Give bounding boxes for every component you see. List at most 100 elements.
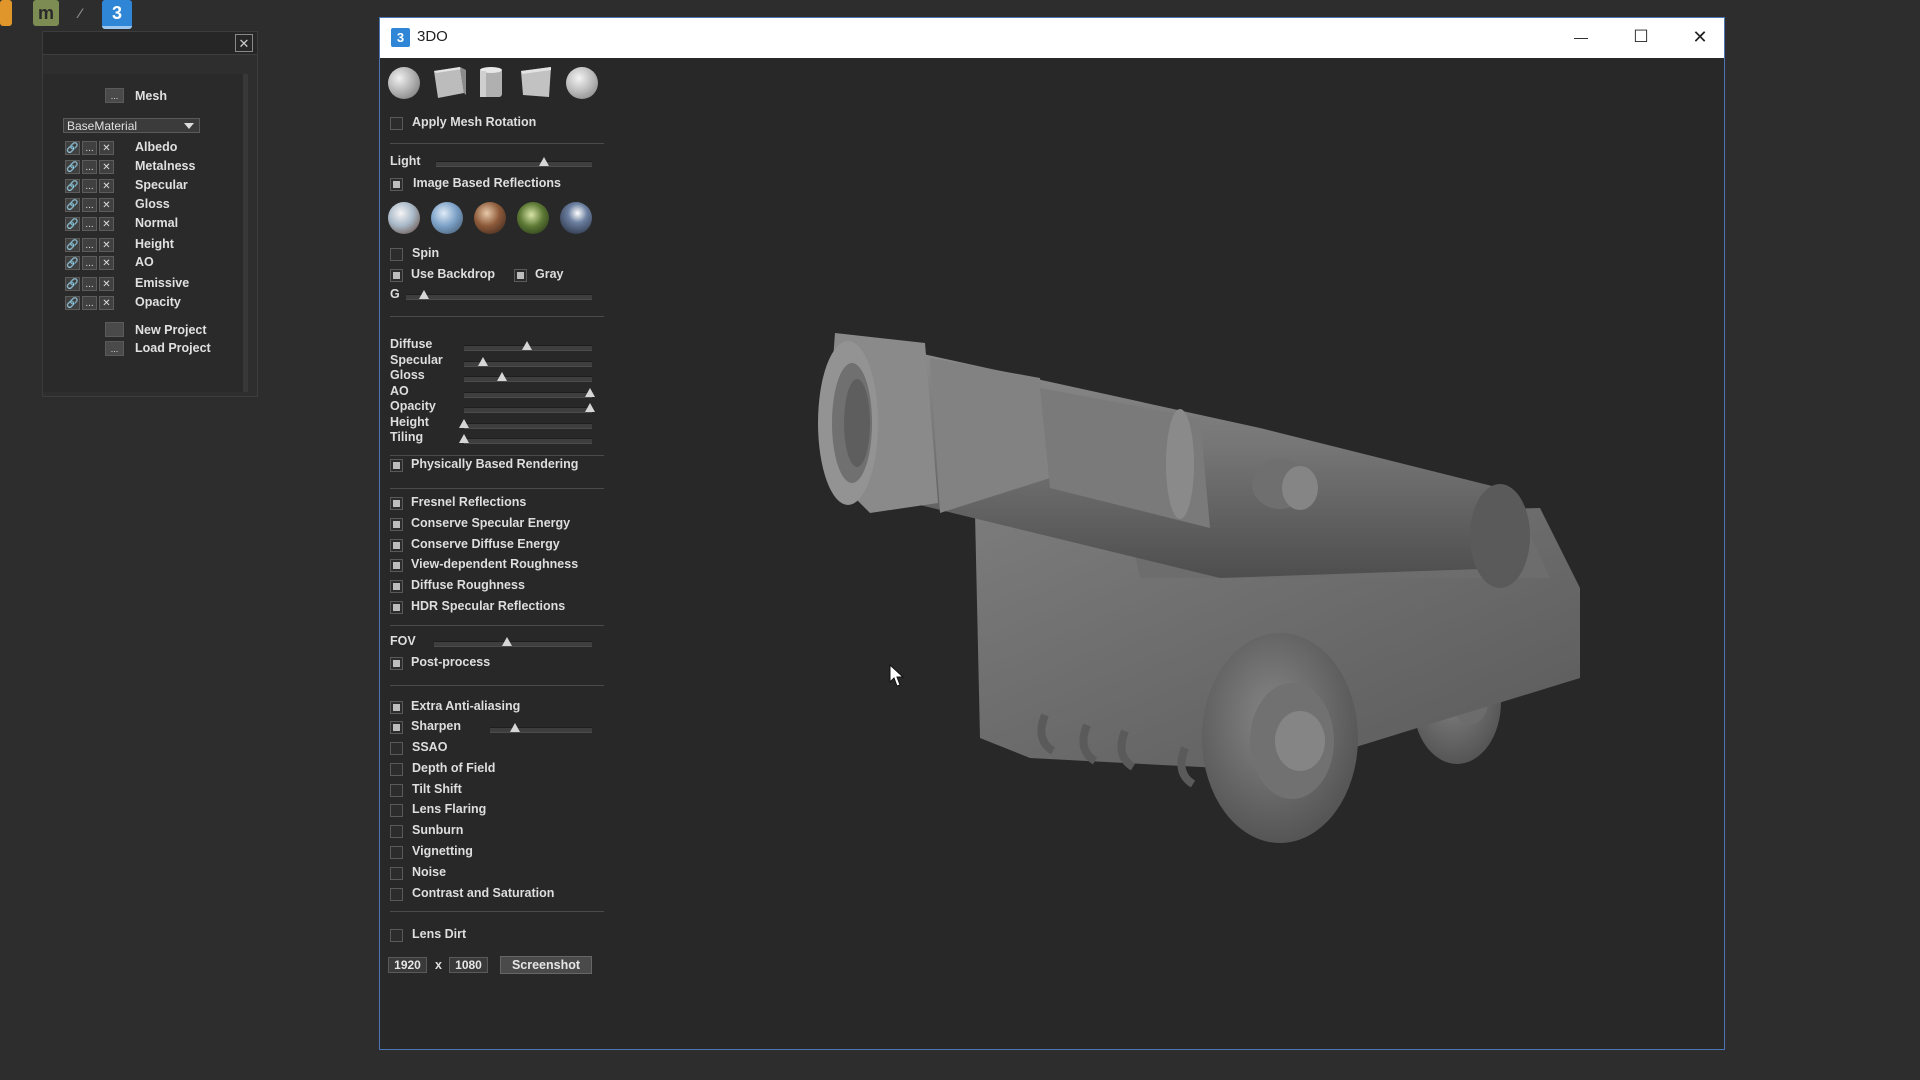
sharpen-checkbox[interactable]: [390, 721, 403, 734]
close-button[interactable]: ✕: [1677, 22, 1723, 52]
post-option-checkbox[interactable]: [390, 825, 403, 839]
minimize-button[interactable]: —: [1558, 22, 1604, 52]
3d-viewport[interactable]: [620, 58, 1724, 1049]
pen-icon[interactable]: ⁄: [70, 0, 90, 26]
map-clear-button[interactable]: ✕: [99, 277, 114, 291]
map-browse-button[interactable]: ...: [82, 277, 97, 291]
map-browse-button[interactable]: ...: [82, 238, 97, 252]
slider-thumb[interactable]: [477, 356, 488, 366]
pbr-option-checkbox[interactable]: [390, 538, 403, 552]
mesh-cube-button[interactable]: [430, 65, 468, 101]
link-icon[interactable]: 🔗: [65, 217, 80, 231]
screenshot-button[interactable]: Screenshot: [500, 956, 592, 974]
maximize-button[interactable]: ☐: [1618, 22, 1664, 52]
g-slider[interactable]: [406, 290, 592, 300]
post-option-checkbox[interactable]: [390, 866, 403, 880]
specular-slider[interactable]: [464, 356, 592, 367]
post-option-checkbox[interactable]: [390, 742, 403, 755]
gloss-slider[interactable]: [464, 372, 592, 382]
pbr-option-checkbox[interactable]: [390, 517, 403, 531]
3do-app-icon[interactable]: 3: [102, 0, 132, 29]
slider-thumb[interactable]: [510, 723, 520, 732]
env-night-icon[interactable]: [560, 202, 592, 234]
material-select[interactable]: BaseMaterial: [63, 118, 200, 133]
panel-close-button[interactable]: ✕: [235, 34, 253, 52]
post-option-checkbox[interactable]: [390, 804, 403, 818]
ao-slider[interactable]: [464, 387, 595, 398]
new-project-button[interactable]: [105, 322, 124, 337]
extra-antialiasing-checkbox[interactable]: [390, 701, 403, 714]
screenshot-width-input[interactable]: 1920: [388, 957, 427, 973]
height-slider[interactable]: [459, 418, 592, 429]
image-based-reflections-checkbox[interactable]: [390, 178, 403, 191]
tiling-slider[interactable]: [459, 434, 592, 444]
map-browse-button[interactable]: ...: [82, 256, 97, 270]
post-option-checkbox[interactable]: [390, 762, 403, 776]
slider-thumb[interactable]: [502, 637, 513, 646]
map-clear-button[interactable]: ✕: [99, 296, 114, 310]
env-blue-icon[interactable]: [431, 202, 463, 234]
post-option-checkbox[interactable]: [390, 846, 403, 859]
orange-app-icon[interactable]: [0, 0, 12, 26]
map-browse-button[interactable]: ...: [82, 179, 97, 193]
slider-thumb[interactable]: [496, 372, 507, 381]
mesh-plane-button[interactable]: [517, 65, 555, 101]
map-browse-button[interactable]: ...: [82, 296, 97, 310]
mari-icon[interactable]: m: [33, 0, 59, 26]
link-icon[interactable]: 🔗: [65, 179, 80, 193]
mesh-sphere-button[interactable]: [388, 67, 420, 99]
fov-slider[interactable]: [434, 637, 592, 647]
map-clear-button[interactable]: ✕: [99, 198, 114, 212]
link-icon[interactable]: 🔗: [65, 141, 80, 155]
slider-thumb[interactable]: [419, 290, 430, 299]
env-interior-icon[interactable]: [474, 202, 506, 234]
post-option-checkbox[interactable]: [390, 783, 403, 797]
slider-thumb[interactable]: [538, 157, 549, 166]
gray-checkbox[interactable]: [514, 269, 527, 282]
slider-thumb[interactable]: [459, 418, 469, 428]
link-icon[interactable]: 🔗: [65, 238, 80, 252]
link-icon[interactable]: 🔗: [65, 256, 80, 270]
map-browse-button[interactable]: ...: [82, 160, 97, 174]
pbr-option-checkbox[interactable]: [390, 580, 403, 594]
load-project-button[interactable]: ...: [105, 341, 124, 356]
env-forest-icon[interactable]: [517, 202, 549, 234]
map-clear-button[interactable]: ✕: [99, 256, 114, 270]
opacity-slider[interactable]: [464, 403, 595, 413]
link-icon[interactable]: 🔗: [65, 277, 80, 291]
slider-thumb[interactable]: [585, 387, 595, 397]
pbr-option-checkbox[interactable]: [390, 497, 403, 510]
use-backdrop-checkbox[interactable]: [390, 269, 403, 282]
post-option-checkbox[interactable]: [390, 887, 403, 901]
link-icon[interactable]: 🔗: [65, 198, 80, 212]
screenshot-height-input[interactable]: 1080: [449, 957, 488, 973]
pbr-option-checkbox[interactable]: [390, 559, 403, 573]
title-bar[interactable]: 3 3DO — ☐ ✕: [380, 18, 1724, 58]
pbr-option-checkbox[interactable]: [390, 601, 403, 614]
sharpen-slider[interactable]: [490, 723, 592, 733]
link-icon[interactable]: 🔗: [65, 296, 80, 310]
post-process-checkbox[interactable]: [390, 657, 403, 670]
slider-thumb[interactable]: [459, 434, 469, 443]
map-browse-button[interactable]: ...: [82, 198, 97, 212]
spin-checkbox[interactable]: [390, 248, 403, 261]
apply-mesh-rotation-checkbox[interactable]: [390, 117, 403, 130]
slider-thumb[interactable]: [585, 403, 595, 412]
link-icon[interactable]: 🔗: [65, 160, 80, 174]
map-browse-button[interactable]: ...: [82, 141, 97, 155]
map-clear-button[interactable]: ✕: [99, 160, 114, 174]
pbr-checkbox[interactable]: [390, 459, 403, 472]
diffuse-slider[interactable]: [464, 341, 592, 351]
slider-thumb[interactable]: [522, 341, 532, 350]
map-clear-button[interactable]: ✕: [99, 141, 114, 155]
mesh-cylinder-button[interactable]: [476, 65, 506, 101]
map-clear-button[interactable]: ✕: [99, 238, 114, 252]
map-clear-button[interactable]: ✕: [99, 217, 114, 231]
mesh-textured-sphere-button[interactable]: [566, 67, 598, 99]
light-slider[interactable]: [436, 157, 592, 167]
map-clear-button[interactable]: ✕: [99, 179, 114, 193]
mesh-browse-button[interactable]: ...: [105, 88, 124, 103]
env-sky-icon[interactable]: [388, 202, 420, 234]
map-browse-button[interactable]: ...: [82, 217, 97, 231]
lens-dirt-checkbox[interactable]: [390, 929, 403, 942]
